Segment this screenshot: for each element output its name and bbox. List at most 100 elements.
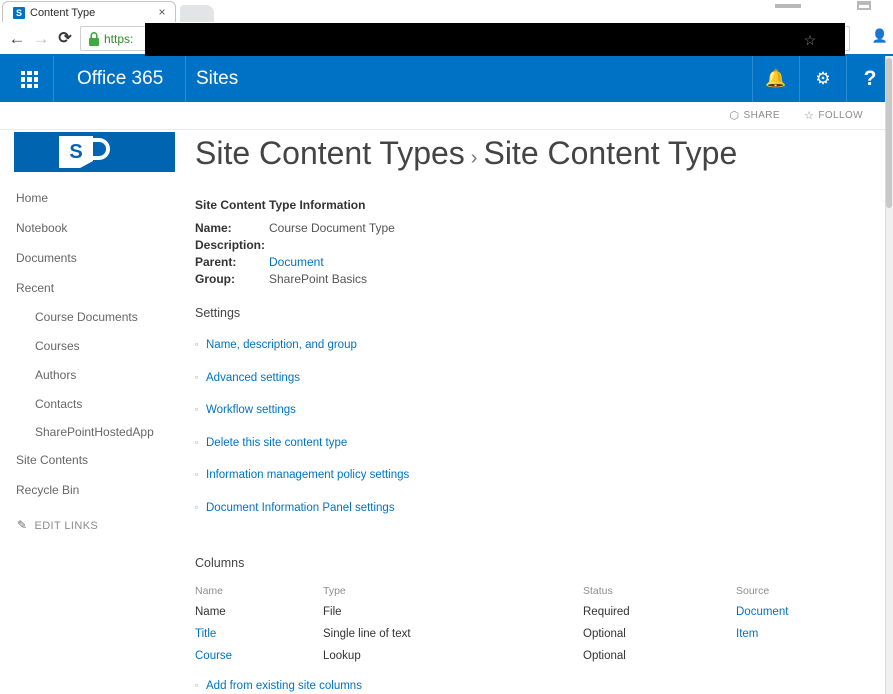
info-label: Name: xyxy=(195,221,232,235)
cell-status: Required xyxy=(583,606,630,618)
cell-name: Name xyxy=(195,606,226,618)
info-label: Parent: xyxy=(195,255,237,269)
sidebar-item-label: Site Contents xyxy=(16,453,89,467)
breadcrumb-parent[interactable]: Site Content Types xyxy=(195,135,465,171)
column-header-source: Source xyxy=(736,585,770,597)
sharepoint-site-logo[interactable]: S xyxy=(14,132,175,172)
settings-link-document-information-panel-settings[interactable]: ▫ Document Information Panel settings xyxy=(195,499,395,516)
follow-label: FOLLOW xyxy=(818,110,863,121)
bullet-icon: ▫ xyxy=(195,436,199,447)
page-title: Site Content Types › Site Content Type xyxy=(195,130,875,176)
cell-name-link[interactable]: Course xyxy=(195,648,232,664)
address-bar[interactable]: https: ☆ xyxy=(80,23,850,63)
info-value-link[interactable]: Document xyxy=(269,254,324,271)
sites-app-link[interactable]: Sites xyxy=(180,56,254,102)
cell-type: Single line of text xyxy=(323,628,411,640)
info-label: Group: xyxy=(195,272,235,286)
cell-source-link[interactable]: Item xyxy=(736,626,758,642)
column-header-type: Type xyxy=(323,585,346,597)
info-value: SharePoint Basics xyxy=(269,272,368,286)
sidebar-item-label: Courses xyxy=(35,339,80,353)
column-header-status: Status xyxy=(583,585,613,597)
sidebar-item-recycle-bin[interactable]: Recycle Bin xyxy=(16,482,79,498)
sidebar-item-label: Course Documents xyxy=(35,310,138,324)
sidebar-item-recent[interactable]: Recent xyxy=(16,280,54,296)
lock-icon xyxy=(89,32,99,46)
sidebar-item-label: Contacts xyxy=(35,397,83,411)
share-icon: ⬡ xyxy=(729,110,740,122)
settings-link-label: Advanced settings xyxy=(206,371,300,384)
browser-navigation-bar: ← → ⟳ https: ☆ 👤 xyxy=(0,22,893,63)
bullet-icon: ▫ xyxy=(195,371,199,382)
bullet-icon: ▫ xyxy=(195,404,199,415)
cell-status: Optional xyxy=(583,650,626,662)
settings-link-label: Document Information Panel settings xyxy=(206,502,395,514)
tab-close-icon[interactable]: × xyxy=(155,5,169,19)
sidebar-item-label: Authors xyxy=(35,368,77,382)
info-label: Description: xyxy=(195,238,266,252)
left-navigation: Home Notebook Documents Recent Course Docume… xyxy=(0,190,190,532)
browser-tab[interactable]: S Content Type × xyxy=(2,1,176,22)
edit-links-button[interactable]: ✎ EDIT LINKS xyxy=(17,517,98,534)
follow-button[interactable]: ☆ FOLLOW xyxy=(804,109,863,123)
reload-icon[interactable]: ⟳ xyxy=(54,29,76,49)
settings-link-workflow-settings[interactable]: ▫ Workflow settings xyxy=(195,401,296,418)
bookmark-star-icon[interactable]: ☆ xyxy=(801,31,819,49)
cell-source-link[interactable]: Document xyxy=(736,604,788,620)
info-row: Name: Course Document Type xyxy=(195,220,615,237)
share-button[interactable]: ⬡ SHARE xyxy=(730,109,780,123)
settings-link-advanced-settings[interactable]: ▫ Advanced settings xyxy=(195,369,300,386)
info-row: Group: SharePoint Basics xyxy=(195,271,615,288)
sidebar-item-site-contents[interactable]: Site Contents xyxy=(16,452,88,468)
settings-link-information-management-policy-settings[interactable]: ▫ Information management policy settings xyxy=(195,466,409,483)
add-from-existing-site-columns-link[interactable]: ▫ Add from existing site columns xyxy=(195,677,362,694)
cell-name-link[interactable]: Title xyxy=(195,626,216,642)
sidebar-item-courses[interactable]: Courses xyxy=(35,338,80,354)
settings-link-label: Workflow settings xyxy=(206,404,296,417)
sidebar-item-documents[interactable]: Documents xyxy=(16,250,77,266)
new-tab-button[interactable] xyxy=(180,5,214,22)
notifications-bell-icon[interactable]: 🔔 xyxy=(752,56,799,102)
columns-heading: Columns xyxy=(195,556,245,570)
settings-link-label: Information management policy settings xyxy=(206,469,410,482)
sidebar-item-contacts[interactable]: Contacts xyxy=(35,396,82,412)
sidebar-item-notebook[interactable]: Notebook xyxy=(16,220,67,236)
settings-link-delete-this-site-content-type[interactable]: ▫ Delete this site content type xyxy=(195,434,347,451)
info-value: Course Document Type xyxy=(269,221,395,235)
browser-chrome: S Content Type × ← → ⟳ https: ☆ 👤 xyxy=(0,0,893,63)
info-row: Parent: Document xyxy=(195,254,615,271)
share-label: SHARE xyxy=(743,110,780,121)
sidebar-item-home[interactable]: Home xyxy=(16,190,48,206)
settings-gear-icon[interactable]: ⚙ xyxy=(799,56,846,102)
star-icon: ☆ xyxy=(804,110,815,122)
settings-link-name-description-and-group[interactable]: ▫ Name, description, and group xyxy=(195,336,357,353)
tab-strip: S Content Type × xyxy=(0,0,893,22)
sidebar-item-label: Notebook xyxy=(16,221,68,235)
cell-status: Optional xyxy=(583,628,626,640)
waffle-grid-icon xyxy=(21,71,38,88)
sidebar-item-authors[interactable]: Authors xyxy=(35,367,76,383)
sharepoint-logo-flag-icon xyxy=(88,138,110,160)
column-header-name: Name xyxy=(195,585,224,597)
sidebar-item-course-documents[interactable]: Course Documents xyxy=(35,309,138,325)
sidebar-item-label: Documents xyxy=(16,251,77,265)
page-scrollbar-thumb[interactable] xyxy=(886,58,892,208)
bullet-icon: ▫ xyxy=(195,469,199,480)
sharepoint-favicon-icon: S xyxy=(13,7,25,19)
page-actions-bar: ⬡ SHARE ☆ FOLLOW xyxy=(0,102,885,130)
bullet-icon: ▫ xyxy=(195,339,199,349)
sidebar-item-label: Recent xyxy=(16,281,55,295)
sidebar-item-sharepointhostedapp[interactable]: SharePointHostedApp xyxy=(35,424,154,440)
bullet-icon: ▫ xyxy=(195,502,199,512)
edit-links-label: EDIT LINKS xyxy=(34,520,99,532)
content-type-info-heading: Site Content Type Information xyxy=(195,198,366,212)
app-launcher-button[interactable] xyxy=(8,56,54,102)
forward-arrow-icon[interactable]: → xyxy=(30,29,52,49)
pencil-icon: ✎ xyxy=(17,518,28,532)
back-arrow-icon[interactable]: ← xyxy=(6,29,28,49)
office365-brand-link[interactable]: Office 365 xyxy=(55,56,187,102)
profile-avatar-icon[interactable]: 👤 xyxy=(871,27,889,45)
bullet-icon: ▫ xyxy=(195,680,199,690)
settings-heading: Settings xyxy=(195,306,241,320)
office365-suite-bar: Office 365 Sites 🔔 ⚙ ? xyxy=(0,56,885,102)
